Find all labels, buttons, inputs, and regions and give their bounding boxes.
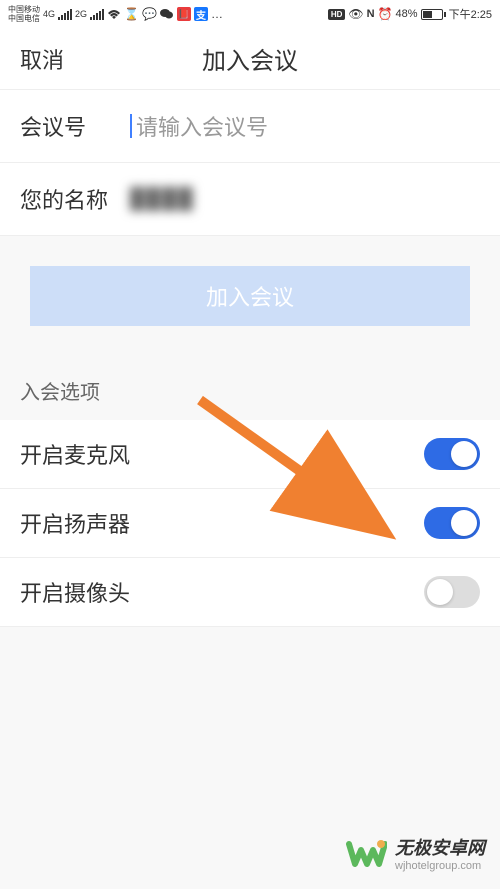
carrier-2: 中国电信 xyxy=(8,14,40,23)
camera-option-row: 开启摄像头 xyxy=(0,558,500,627)
alarm-icon: ⏰ xyxy=(378,7,393,21)
wechat-icon xyxy=(160,8,174,20)
carrier-labels: 中国移动 中国电信 xyxy=(8,5,40,23)
mic-label: 开启麦克风 xyxy=(20,438,130,470)
more-dots: … xyxy=(211,7,223,21)
network-2g: 2G xyxy=(75,9,87,19)
meeting-id-placeholder: 请输入会议号 xyxy=(136,110,268,142)
watermark-title: 无极安卓网 xyxy=(395,834,485,860)
mic-toggle[interactable] xyxy=(424,438,480,470)
alipay-icon: 支 xyxy=(194,7,208,21)
hd-icon: HD xyxy=(328,9,346,20)
button-container: 加入会议 xyxy=(0,236,500,356)
signal-bars-icon-2 xyxy=(90,8,104,20)
name-value[interactable]: ████ xyxy=(130,188,195,211)
watermark-logo-icon xyxy=(345,832,387,874)
app-icon-red: 📕 xyxy=(177,7,191,21)
options-section: 开启麦克风 开启扬声器 开启摄像头 xyxy=(0,420,500,627)
speaker-toggle[interactable] xyxy=(424,507,480,539)
eye-icon: 👁 xyxy=(348,7,363,21)
carrier-1: 中国移动 xyxy=(8,5,40,14)
status-bar: 中国移动 中国电信 4G 2G ⌛ 💬 📕 支 … HD 👁 N ⏰ 48% xyxy=(0,0,500,28)
watermark-text: 无极安卓网 wjhotelgroup.com xyxy=(395,834,485,872)
text-cursor xyxy=(130,114,132,138)
options-section-title: 入会选项 xyxy=(0,356,500,420)
camera-toggle[interactable] xyxy=(424,576,480,608)
chat-icon: 💬 xyxy=(142,7,157,21)
speaker-label: 开启扬声器 xyxy=(20,507,130,539)
meeting-id-input[interactable]: 请输入会议号 xyxy=(130,110,480,142)
battery-percent: 48% xyxy=(396,8,418,20)
signal-bars-icon xyxy=(58,8,72,20)
speaker-option-row: 开启扬声器 xyxy=(0,489,500,558)
mic-option-row: 开启麦克风 xyxy=(0,420,500,489)
wifi-icon xyxy=(107,9,121,20)
form-section: 会议号 请输入会议号 您的名称 ████ xyxy=(0,90,500,236)
join-meeting-button[interactable]: 加入会议 xyxy=(30,266,470,326)
cancel-button[interactable]: 取消 xyxy=(20,43,64,75)
page-title: 加入会议 xyxy=(20,41,480,76)
name-label: 您的名称 xyxy=(20,183,130,215)
time-label: 下午2:25 xyxy=(449,6,492,22)
nfc-icon: N xyxy=(367,8,375,20)
watermark-url: wjhotelgroup.com xyxy=(395,860,485,872)
battery-icon xyxy=(421,9,446,20)
status-right: HD 👁 N ⏰ 48% 下午2:25 xyxy=(328,6,492,22)
hourglass-icon: ⌛ xyxy=(124,7,139,21)
meeting-id-label: 会议号 xyxy=(20,110,130,142)
name-row[interactable]: 您的名称 ████ xyxy=(0,163,500,236)
meeting-id-row[interactable]: 会议号 请输入会议号 xyxy=(0,90,500,163)
status-left: 中国移动 中国电信 4G 2G ⌛ 💬 📕 支 … xyxy=(8,5,223,23)
watermark: 无极安卓网 wjhotelgroup.com xyxy=(345,832,485,874)
camera-label: 开启摄像头 xyxy=(20,576,130,608)
nav-header: 取消 加入会议 xyxy=(0,28,500,90)
network-4g: 4G xyxy=(43,9,55,19)
